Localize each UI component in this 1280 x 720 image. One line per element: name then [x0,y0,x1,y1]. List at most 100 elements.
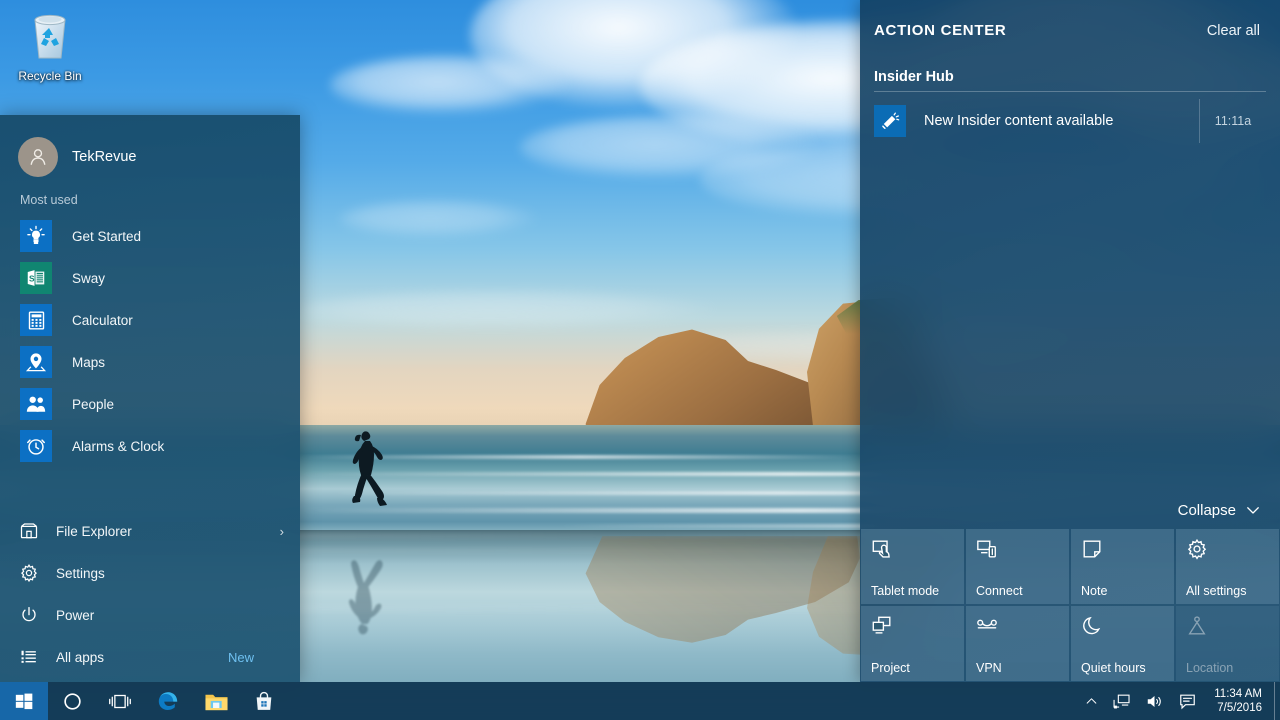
start-command-all-apps[interactable]: All apps New [0,636,300,678]
start-menu[interactable]: TekRevue Most used Get Started S Sway Ca… [0,115,300,682]
start-menu-commands: File Explorer › Settings Power All apps … [0,510,300,682]
chevron-up-icon [1086,697,1097,704]
map-pin-icon [20,346,52,378]
quick-action-vpn[interactable]: VPN [966,606,1069,681]
start-command-power[interactable]: Power [0,594,300,636]
folder-explorer-icon [18,520,40,542]
collapse-button[interactable]: Collapse [860,501,1280,529]
desktop-icon-recycle-bin[interactable]: Recycle Bin [8,6,92,83]
start-app-label: Maps [72,354,106,370]
taskbar-clock[interactable]: 11:34 AM 7/5/2016 [1206,687,1274,715]
start-app-calculator[interactable]: Calculator [0,299,300,341]
quick-action-connect[interactable]: Connect [966,529,1069,604]
cloud [300,290,720,330]
clock-date: 7/5/2016 [1217,702,1262,714]
start-app-label: Get Started [72,228,142,244]
user-name: TekRevue [72,149,137,165]
start-command-file-explorer[interactable]: File Explorer › [0,510,300,552]
show-desktop-button[interactable] [1274,682,1280,720]
notification-time: 11:11a [1214,114,1252,128]
quick-action-tablet-mode[interactable]: Tablet mode [861,529,964,604]
edge-icon [158,692,178,710]
quick-action-label: Tablet mode [871,584,940,598]
start-menu-spacer [0,471,300,510]
runner-silhouette [352,431,387,506]
start-app-get-started[interactable]: Get Started [0,215,300,257]
sway-icon: S [20,262,52,294]
list-icon [18,646,40,668]
notification-group-insider-hub: Insider Hub New Insider content availabl… [860,69,1280,150]
windows-logo-icon [15,693,33,710]
moon-icon [1083,616,1101,635]
gear-icon [1187,538,1207,560]
note-icon [1083,540,1101,558]
collapse-label: Collapse [1177,501,1236,519]
quick-action-quiet-hours[interactable]: Quiet hours [1071,606,1174,681]
quick-action-project[interactable]: Project [861,606,964,681]
quick-action-label: Location [1186,661,1234,675]
runner-reflection [348,560,383,635]
start-command-label: Power [56,607,95,623]
quick-action-location[interactable]: Location [1176,606,1279,681]
location-icon [1188,616,1206,635]
calculator-icon [20,304,52,336]
system-tray [1078,682,1206,720]
recycle-bin-icon [34,14,66,59]
action-center-panel[interactable]: ACTION CENTER Clear all Insider Hub New … [860,0,1280,682]
all-apps-new-badge: New [227,649,254,665]
quick-action-label: Project [871,661,910,675]
taskbar-button-cortana[interactable] [48,682,96,720]
start-app-maps[interactable]: Maps [0,341,300,383]
avatar[interactable] [18,137,58,177]
quick-actions-grid: Tablet mode Connect Note All settings Pr… [860,529,1280,682]
start-app-label: People [72,396,115,412]
start-app-label: Calculator [72,312,133,328]
start-app-sway[interactable]: S Sway [0,257,300,299]
speaker-icon [1148,695,1162,707]
tray-show-hidden-icons[interactable] [1078,682,1105,720]
start-button[interactable] [0,682,48,720]
connect-icon [977,540,996,558]
clock-time: 11:34 AM [1214,688,1262,700]
cloud [330,55,570,115]
taskbar-button-store[interactable] [240,682,288,720]
action-center-header: ACTION CENTER Clear all [860,0,1280,39]
tablet-mode-icon [872,540,890,558]
taskbar-empty-area[interactable] [288,682,1078,720]
action-center-icon [1180,694,1196,709]
people-icon [20,388,52,420]
notification-group-title: Insider Hub [874,69,954,85]
lightbulb-icon [20,220,52,252]
action-center-title: ACTION CENTER [874,22,1007,39]
clear-all-button[interactable]: Clear all [1207,23,1260,39]
file-explorer-icon [204,694,228,710]
store-icon [256,691,272,710]
tray-network[interactable] [1105,682,1138,720]
svg-text:S: S [29,274,35,283]
quick-action-all-settings[interactable]: All settings [1176,529,1279,604]
start-app-label: Sway [72,270,106,286]
most-used-list: Get Started S Sway Calculator Maps Peopl… [0,215,300,471]
start-command-label: All apps [56,649,105,665]
taskbar-button-file-explorer[interactable] [192,682,240,720]
quick-action-label: Quiet hours [1081,661,1146,675]
action-center-spacer [860,150,1280,501]
power-icon [18,604,40,626]
start-command-label: File Explorer [56,523,132,539]
start-app-alarms-clock[interactable]: Alarms & Clock [0,425,300,467]
start-menu-user[interactable]: TekRevue [0,115,300,177]
quick-action-note[interactable]: Note [1071,529,1174,604]
gear-icon [18,562,40,584]
start-command-label: Settings [56,565,105,581]
chevron-down-icon [1247,507,1259,514]
notification-item[interactable]: New Insider content available 11:11a [874,92,1266,150]
project-icon [872,616,891,634]
taskbar[interactable]: 11:34 AM 7/5/2016 [0,682,1280,720]
tray-action-center[interactable] [1171,682,1204,720]
taskbar-button-edge[interactable] [144,682,192,720]
start-app-people[interactable]: People [0,383,300,425]
tray-volume[interactable] [1138,682,1171,720]
taskbar-button-task-view[interactable] [96,682,144,720]
start-command-settings[interactable]: Settings [0,552,300,594]
vpn-icon [977,619,997,629]
